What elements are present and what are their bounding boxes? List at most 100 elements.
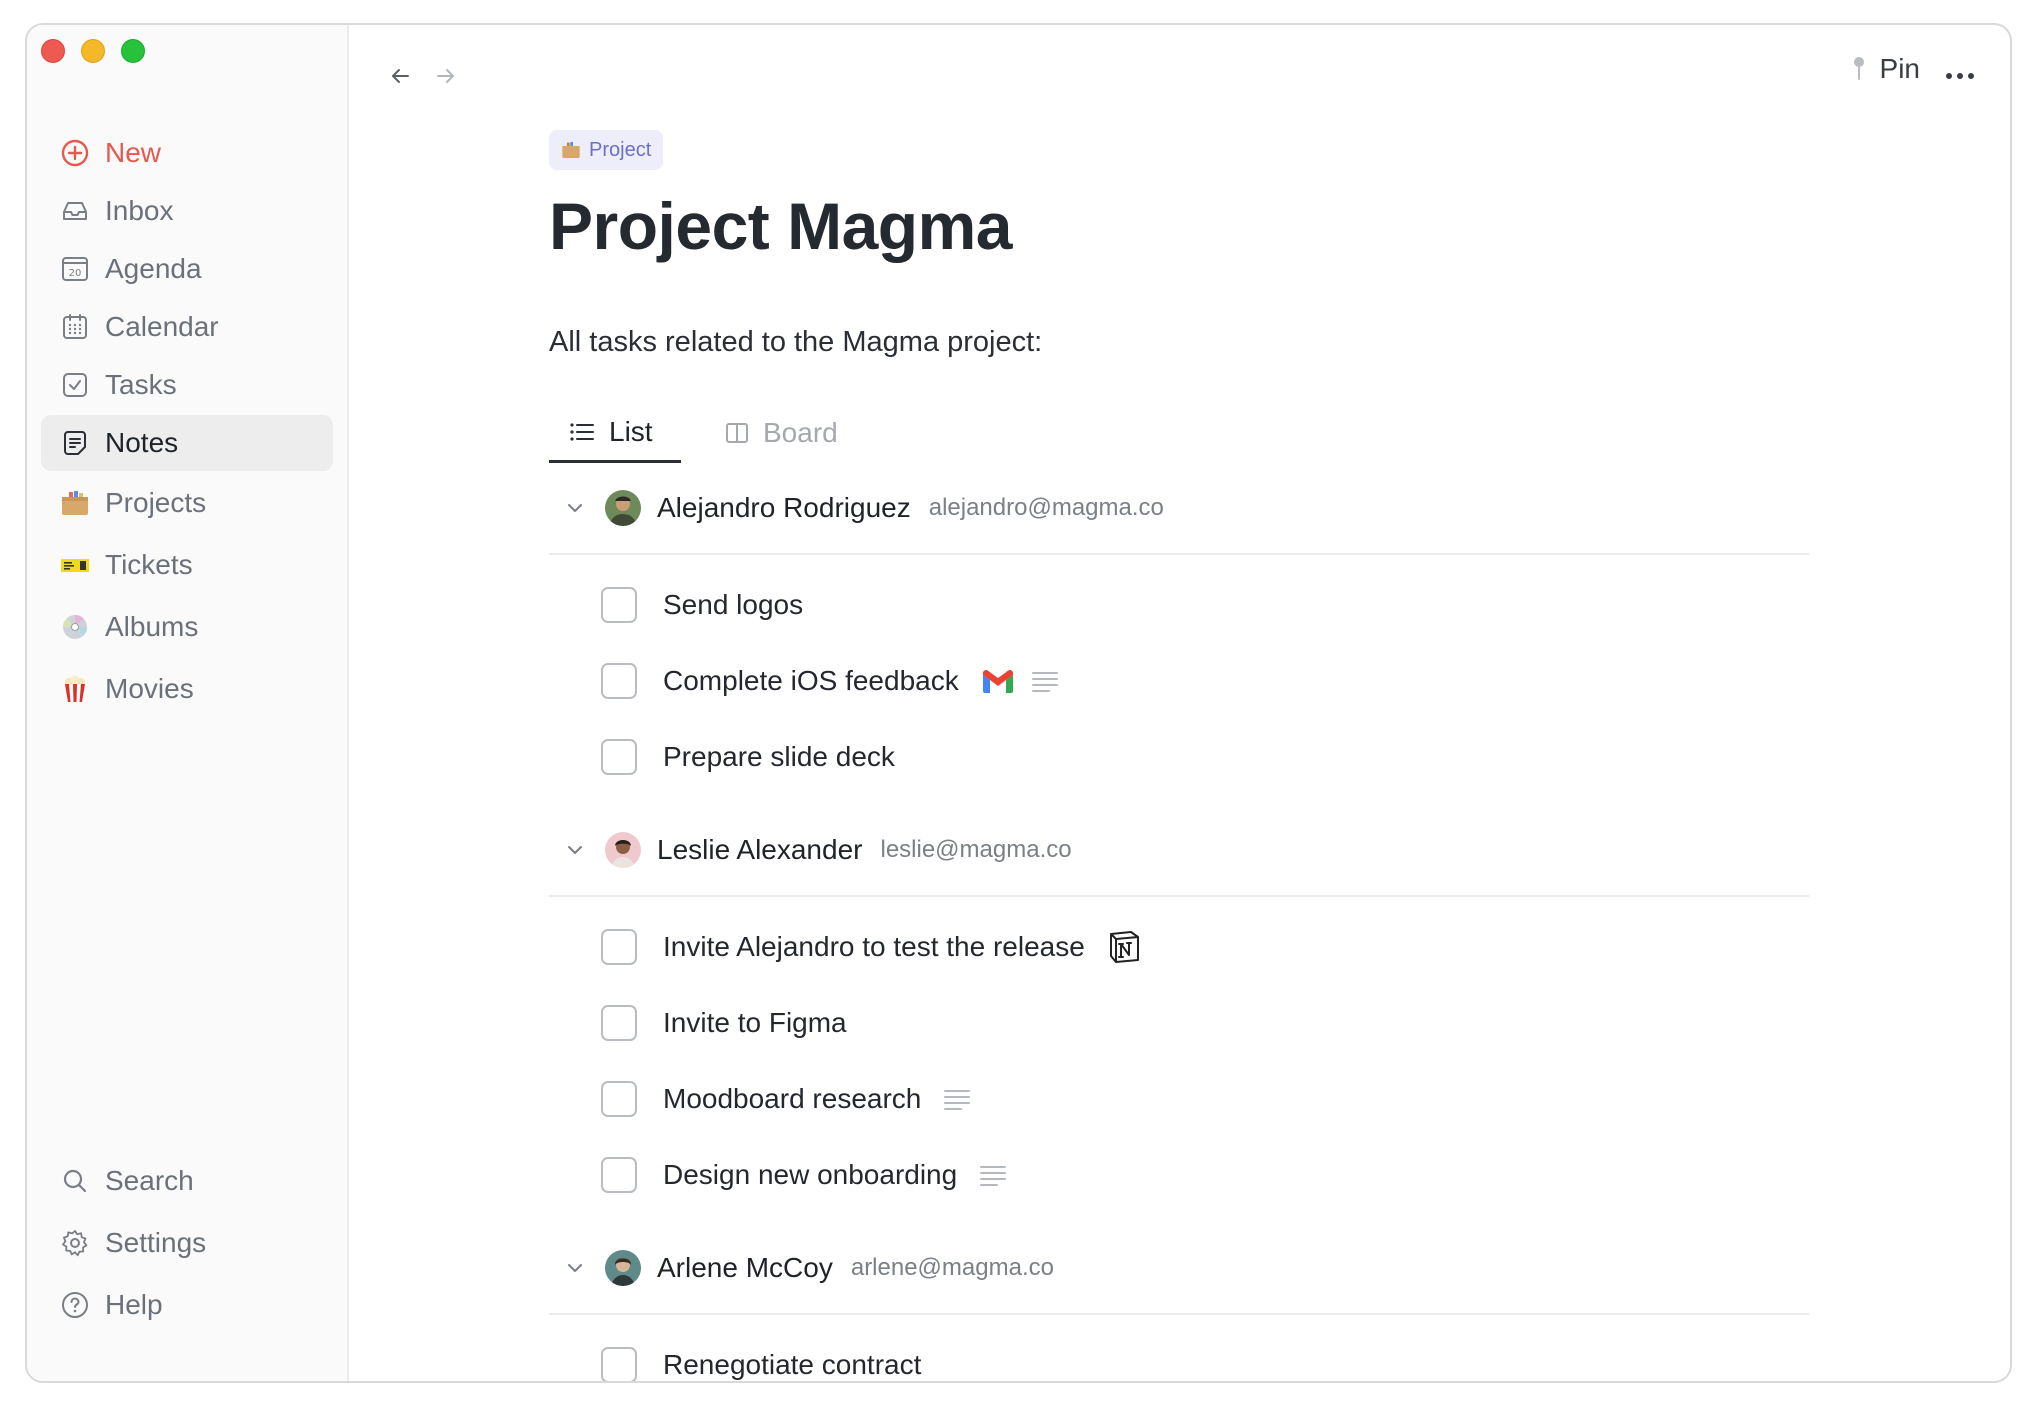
svg-text:20: 20 xyxy=(69,268,82,279)
task-item: Prepare slide deck xyxy=(549,719,1809,795)
minimize-window-button[interactable] xyxy=(81,39,105,63)
more-options-button[interactable] xyxy=(1940,61,1980,91)
close-window-button[interactable] xyxy=(41,39,65,63)
task-list: Invite Alejandro to test the release Inv… xyxy=(549,897,1809,1223)
sidebar-nav: New Inbox 20 Agenda Calendar Tasks Notes… xyxy=(41,125,333,721)
group-header: Arlene McCoy arlene@magma.co xyxy=(549,1223,1809,1315)
window-controls xyxy=(41,39,145,63)
task-group: Alejandro Rodriguez alejandro@magma.co S… xyxy=(549,463,1809,805)
task-checkbox[interactable] xyxy=(601,739,637,775)
task-checkbox[interactable] xyxy=(601,1347,637,1381)
collapse-group-button[interactable] xyxy=(563,496,587,520)
sidebar-item-label: Projects xyxy=(105,487,207,518)
pin-icon xyxy=(1853,57,1864,80)
more-dot-icon xyxy=(1957,73,1963,79)
sidebar-item-label: Help xyxy=(105,1289,163,1320)
person-email: alejandro@magma.co xyxy=(928,494,1164,521)
sidebar-item-help[interactable]: Help xyxy=(41,1275,333,1335)
page-title: Project Magma xyxy=(549,189,1012,263)
gear-icon xyxy=(59,1227,91,1259)
sidebar-item-inbox[interactable]: Inbox xyxy=(41,183,333,239)
task-checkbox[interactable] xyxy=(601,1157,637,1193)
task-item: Invite Alejandro to test the release xyxy=(549,909,1809,985)
sidebar-item-tickets[interactable]: Tickets xyxy=(41,535,333,595)
task-item: Moodboard research xyxy=(549,1061,1809,1137)
avatar xyxy=(605,832,641,868)
task-label[interactable]: Send logos xyxy=(663,589,803,621)
sidebar-item-label: Tickets xyxy=(105,549,193,580)
tab-board[interactable]: Board xyxy=(705,403,858,463)
task-checkbox[interactable] xyxy=(601,1005,637,1041)
sidebar-item-agenda[interactable]: 20 Agenda xyxy=(41,241,333,297)
notes-lines-icon xyxy=(979,1164,1007,1186)
task-group: Leslie Alexander leslie@magma.co Invite … xyxy=(549,805,1809,1223)
calendar-icon xyxy=(59,311,91,343)
task-label[interactable]: Prepare slide deck xyxy=(663,741,895,773)
board-icon xyxy=(726,423,748,443)
sidebar-item-search[interactable]: Search xyxy=(41,1151,333,1211)
person-name: Alejandro Rodriguez xyxy=(657,492,911,523)
more-dot-icon xyxy=(1968,73,1974,79)
task-checkbox[interactable] xyxy=(601,1081,637,1117)
sidebar-item-new[interactable]: New xyxy=(41,125,333,181)
sidebar-item-label: Calendar xyxy=(105,311,219,342)
sidebar-item-calendar[interactable]: Calendar xyxy=(41,299,333,355)
sidebar-item-tasks[interactable]: Tasks xyxy=(41,357,333,413)
sidebar-item-label: Tasks xyxy=(105,369,177,400)
collapse-group-button[interactable] xyxy=(563,838,587,862)
task-label[interactable]: Invite to Figma xyxy=(663,1007,847,1039)
view-tabs: List Board xyxy=(549,403,1809,463)
project-tag-label: Project xyxy=(589,138,652,161)
sidebar-item-label: Notes xyxy=(105,427,179,458)
task-item: Design new onboarding xyxy=(549,1137,1809,1213)
note-content: Project Project Magma All tasks related … xyxy=(549,130,1809,1381)
task-label[interactable]: Design new onboarding xyxy=(663,1159,957,1191)
calendar-day-icon: 20 xyxy=(59,253,91,285)
app-window: New Inbox 20 Agenda Calendar Tasks Notes… xyxy=(25,23,2012,1383)
back-button[interactable] xyxy=(385,61,415,91)
task-item: Renegotiate contract xyxy=(549,1327,1809,1381)
sidebar-item-settings[interactable]: Settings xyxy=(41,1213,333,1273)
task-group: Arlene McCoy arlene@magma.co Renegotiate… xyxy=(549,1223,1809,1381)
sidebar-bottom: Search Settings Help xyxy=(41,1151,333,1337)
task-item: Send logos xyxy=(549,567,1809,643)
person-email: leslie@magma.co xyxy=(880,836,1072,863)
forward-button[interactable] xyxy=(431,61,461,91)
notes-lines-icon xyxy=(1031,670,1059,692)
task-label[interactable]: Renegotiate contract xyxy=(663,1349,921,1381)
toolbar: Pin xyxy=(349,25,2010,115)
notion-icon[interactable] xyxy=(1107,930,1141,964)
project-tag[interactable]: Project xyxy=(549,130,664,170)
task-label[interactable]: Moodboard research xyxy=(663,1083,921,1115)
task-checkbox[interactable] xyxy=(601,587,637,623)
list-icon xyxy=(570,422,594,441)
pin-label: Pin xyxy=(1879,53,1920,84)
zoom-window-button[interactable] xyxy=(121,39,145,63)
avatar xyxy=(605,490,641,526)
task-checkbox[interactable] xyxy=(601,663,637,699)
tab-list[interactable]: List xyxy=(549,403,681,463)
task-label[interactable]: Invite Alejandro to test the release xyxy=(663,931,1085,963)
task-checkbox[interactable] xyxy=(601,929,637,965)
sidebar-item-projects[interactable]: Projects xyxy=(41,473,333,533)
arrow-left-icon xyxy=(392,69,409,83)
folder-icon xyxy=(562,142,580,158)
sidebar-item-movies[interactable]: Movies xyxy=(41,659,333,719)
search-icon xyxy=(59,1165,91,1197)
sidebar-item-notes[interactable]: Notes xyxy=(41,415,333,471)
group-header: Alejandro Rodriguez alejandro@magma.co xyxy=(549,463,1809,555)
tab-label: Board xyxy=(763,417,838,448)
task-label[interactable]: Complete iOS feedback xyxy=(663,665,959,697)
task-list: Renegotiate contract xyxy=(549,1315,1809,1381)
note-icon xyxy=(59,427,91,459)
collapse-group-button[interactable] xyxy=(563,1256,587,1280)
sidebar-item-albums[interactable]: Albums xyxy=(41,597,333,657)
gmail-icon[interactable] xyxy=(981,668,1015,694)
sidebar-item-label: Settings xyxy=(105,1227,207,1258)
sidebar-item-label: Search xyxy=(105,1165,194,1196)
sidebar-item-label: Movies xyxy=(105,673,194,704)
chevron-down-icon xyxy=(568,846,582,854)
pin-button[interactable]: Pin xyxy=(1850,53,1920,85)
notes-lines-icon xyxy=(943,1088,971,1110)
tab-label: List xyxy=(609,415,653,447)
